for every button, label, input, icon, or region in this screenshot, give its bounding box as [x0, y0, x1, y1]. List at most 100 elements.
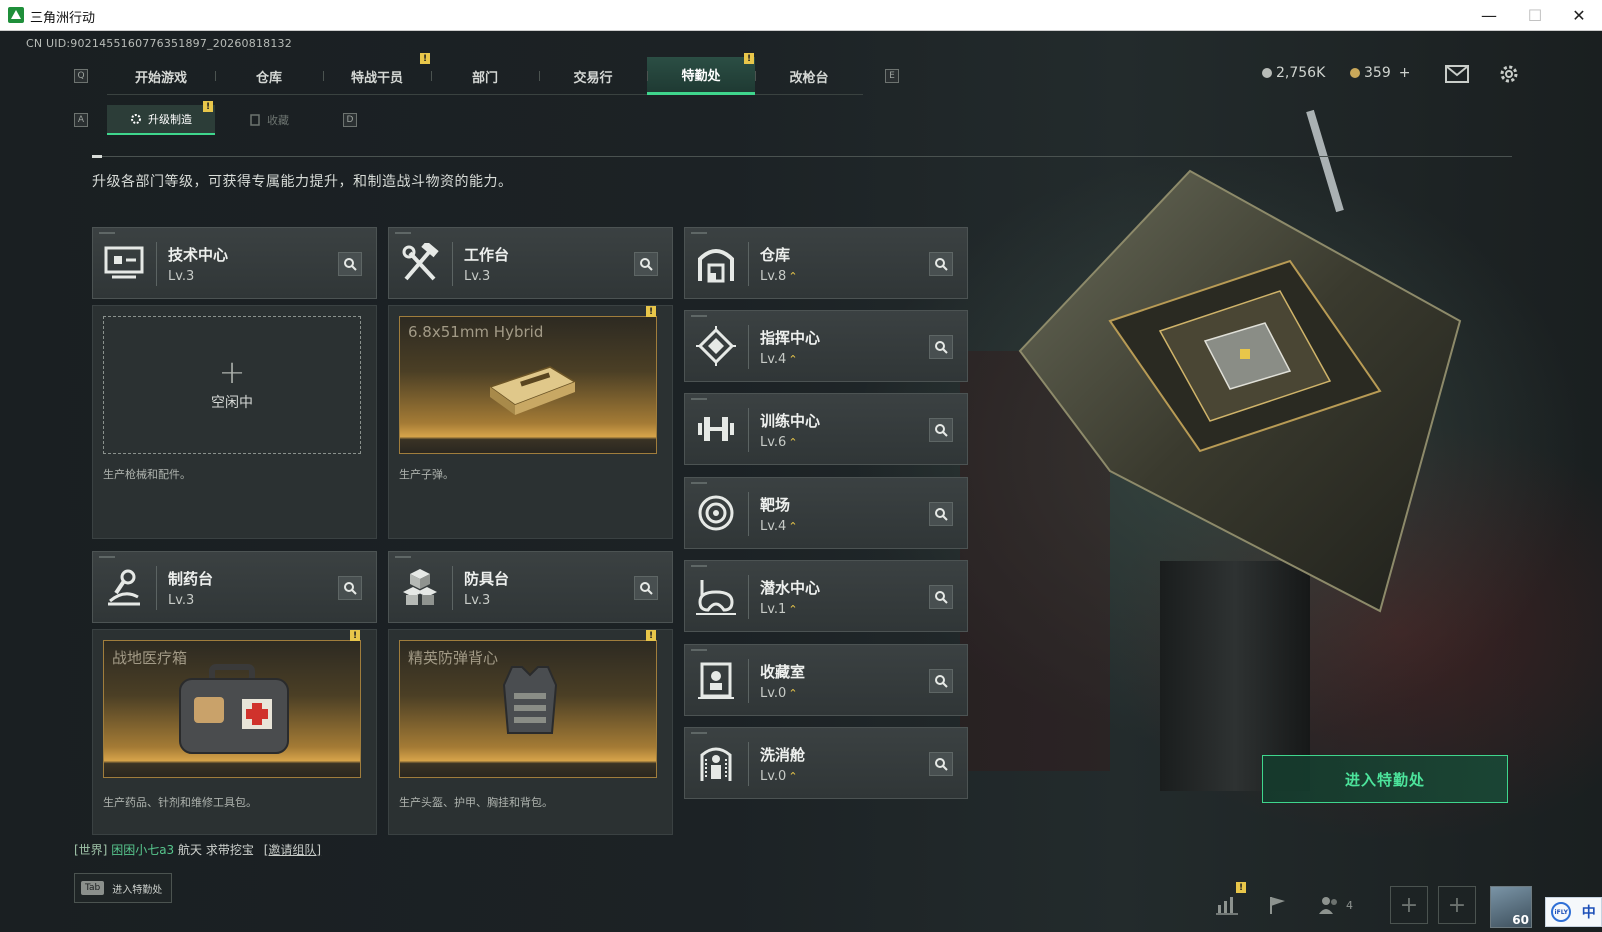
facility-card-pharmacy[interactable]: 制药台 Lv.3: [92, 551, 377, 623]
add-squad-slot-button[interactable]: +: [1390, 886, 1428, 924]
minimize-button[interactable]: —: [1466, 0, 1512, 30]
product-preview[interactable]: 战地医疗箱: [103, 640, 361, 778]
facility-card-shooting-range[interactable]: 靶场 Lv.4 ⌃: [684, 477, 968, 549]
bond-icon: [1350, 68, 1360, 78]
tab-alert-badge: !: [420, 53, 430, 64]
facility-level: Lv.4 ⌃: [760, 519, 798, 534]
settings-gear-icon[interactable]: [1498, 63, 1520, 85]
mail-icon[interactable]: [1445, 65, 1469, 83]
search-icon[interactable]: [929, 669, 953, 693]
facility-desc: 生产子弹。: [399, 468, 454, 481]
facility-level: Lv.3: [168, 269, 195, 284]
search-icon[interactable]: [338, 252, 362, 276]
search-icon[interactable]: [929, 502, 953, 526]
facility-card-warehouse[interactable]: 仓库 Lv.8 ⌃: [684, 227, 968, 299]
search-icon[interactable]: [929, 418, 953, 442]
facility-level: Lv.3: [464, 269, 491, 284]
ime-indicator[interactable]: iFLY 中: [1545, 897, 1602, 927]
player-avatar[interactable]: 60: [1490, 886, 1532, 928]
close-button[interactable]: ✕: [1556, 0, 1602, 30]
stats-alert-badge: !: [1236, 882, 1246, 893]
upgrade-arrow-icon: ⌃: [788, 770, 798, 783]
enter-special-ops-button[interactable]: 进入特勤处: [1262, 755, 1508, 803]
game-viewport: CN UID:9021455160776351897_20260818132 Q…: [0, 31, 1602, 932]
upgrade-arrow-icon: ⌃: [788, 353, 798, 366]
subtab-upgrade-craft[interactable]: 升级制造 !: [107, 101, 215, 135]
coin-balance[interactable]: 2,756K: [1262, 65, 1325, 81]
window-titlebar: 三角洲行动 — ☐ ✕: [0, 0, 1602, 31]
app-logo-icon: [8, 7, 24, 23]
search-icon[interactable]: [929, 335, 953, 359]
window-title: 三角洲行动: [30, 11, 96, 26]
diving-mask-icon: [695, 575, 737, 617]
tab-start-game[interactable]: 开始游戏: [107, 57, 215, 95]
maximize-button[interactable]: ☐: [1512, 0, 1558, 30]
friend-count: 4: [1346, 898, 1353, 912]
armor-blocks-icon: [399, 566, 441, 608]
production-alert-badge: !: [646, 306, 656, 317]
bond-balance[interactable]: 359 +: [1350, 65, 1410, 81]
search-icon[interactable]: [929, 252, 953, 276]
facility-desc: 生产枪械和配件。: [103, 468, 191, 481]
facility-name: 收藏室: [760, 663, 806, 681]
product-preview[interactable]: 6.8x51mm Hybrid: [399, 316, 657, 454]
upgrade-arrow-icon: ⌃: [788, 270, 798, 283]
facility-card-collection-room[interactable]: 收藏室 Lv.0 ⌃: [684, 644, 968, 716]
chat-player-name[interactable]: 困困小七a3: [111, 843, 174, 857]
facility-name: 潜水中心: [760, 579, 821, 597]
tab-key: Tab: [81, 881, 105, 895]
add-bonds-icon[interactable]: +: [1399, 65, 1411, 81]
facility-card-diving-center[interactable]: 潜水中心 Lv.1 ⌃: [684, 560, 968, 632]
idle-slot[interactable]: + 空闲中: [103, 316, 361, 454]
production-slot-pharmacy[interactable]: 战地医疗箱 ! 生产药品、针剂和维修工具包。: [92, 629, 377, 835]
tab-market[interactable]: 交易行: [539, 57, 647, 95]
search-icon[interactable]: [338, 576, 362, 600]
facility-level: Lv.8 ⌃: [760, 269, 798, 284]
facility-card-armor-bench[interactable]: 防具台 Lv.3: [388, 551, 673, 623]
tab-gunsmith[interactable]: 改枪台: [755, 57, 863, 95]
decon-icon: [695, 742, 737, 784]
facility-card-decon-chamber[interactable]: 洗消舱 Lv.0 ⌃: [684, 727, 968, 799]
facility-name: 指挥中心: [760, 329, 821, 347]
facility-card-training-center[interactable]: 训练中心 Lv.6 ⌃: [684, 393, 968, 465]
subtab-collection[interactable]: 收藏: [215, 105, 323, 135]
product-preview[interactable]: 精英防弹背心: [399, 640, 657, 778]
flag-icon[interactable]: [1258, 886, 1296, 924]
production-slot-workbench[interactable]: 6.8x51mm Hybrid ! 生产子弹。: [388, 305, 673, 539]
chip-icon: [695, 325, 737, 367]
facility-card-tech-center[interactable]: 技术中心 Lv.3: [92, 227, 377, 299]
tab-shortcut-hint[interactable]: Tab 进入特勤处: [74, 873, 172, 903]
chat-invite-link[interactable]: [邀请组队]: [264, 843, 321, 857]
medkit-icon: [179, 664, 289, 754]
chat-channel[interactable]: [世界]: [74, 843, 107, 857]
tab-warehouse[interactable]: 仓库: [215, 57, 323, 95]
tab-operators[interactable]: 特战干员 !: [323, 53, 431, 95]
tab-department[interactable]: 部门: [431, 57, 539, 95]
production-slot-tech-center[interactable]: + 空闲中 生产枪械和配件。: [92, 305, 377, 539]
computer-icon: [103, 242, 145, 284]
divider-mark: [92, 155, 102, 158]
facility-level: Lv.0 ⌃: [760, 686, 798, 701]
facility-name: 靶场: [760, 496, 791, 514]
facility-desc: 生产头盔、护甲、胸挂和背包。: [399, 796, 553, 809]
vest-icon: [502, 666, 558, 734]
facility-card-workbench[interactable]: 工作台 Lv.3: [388, 227, 673, 299]
facility-name: 训练中心: [760, 412, 821, 430]
production-alert-badge: !: [646, 630, 656, 641]
product-name: 精英防弹背心: [408, 649, 499, 667]
hq-cube-artwork: [960, 109, 1462, 791]
facility-card-command-center[interactable]: 指挥中心 Lv.4 ⌃: [684, 310, 968, 382]
stats-chart-icon[interactable]: !: [1208, 882, 1246, 924]
production-slot-armor-bench[interactable]: 精英防弹背心 ! 生产头盔、护甲、胸挂和背包。: [388, 629, 673, 835]
key-hint-next-sub: D: [343, 113, 357, 127]
friends-button[interactable]: 4: [1318, 886, 1368, 924]
add-squad-slot-button[interactable]: +: [1438, 886, 1476, 924]
facility-desc: 生产药品、针剂和维修工具包。: [103, 796, 257, 809]
search-icon[interactable]: [634, 252, 658, 276]
search-icon[interactable]: [634, 576, 658, 600]
search-icon[interactable]: [929, 752, 953, 776]
facility-name: 技术中心: [168, 246, 229, 264]
search-icon[interactable]: [929, 585, 953, 609]
tab-special-ops[interactable]: 特勤处 !: [647, 53, 755, 95]
world-chat-line: [世界] 困困小七a3 航天 求带挖宝 [邀请组队]: [74, 841, 321, 858]
